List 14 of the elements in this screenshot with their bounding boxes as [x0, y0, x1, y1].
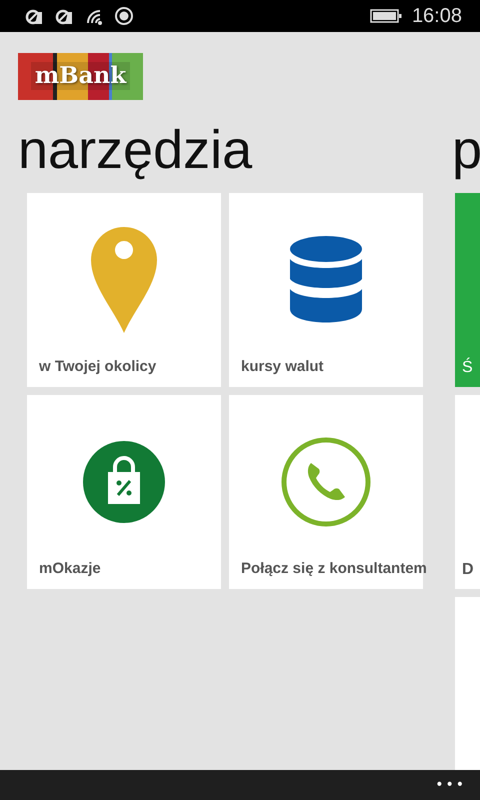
more-button[interactable]: ••• [435, 777, 466, 793]
database-icon [289, 235, 363, 326]
clock-time: 16:08 [412, 4, 462, 28]
record-icon [114, 6, 134, 26]
battery-icon [370, 9, 402, 23]
tool-tile[interactable]: kursy walut [229, 192, 423, 387]
app-tile[interactable]: D [455, 394, 480, 589]
phone-icon [281, 437, 371, 528]
tool-tile[interactable]: w Twojej okolicy [27, 192, 221, 387]
panel-title: narzędzia [18, 120, 254, 182]
shopping-bag-icon [83, 441, 165, 524]
tool-tile[interactable]: mOkazje [27, 394, 221, 589]
map-pin-icon [89, 225, 159, 336]
panel-title: p [452, 120, 480, 182]
